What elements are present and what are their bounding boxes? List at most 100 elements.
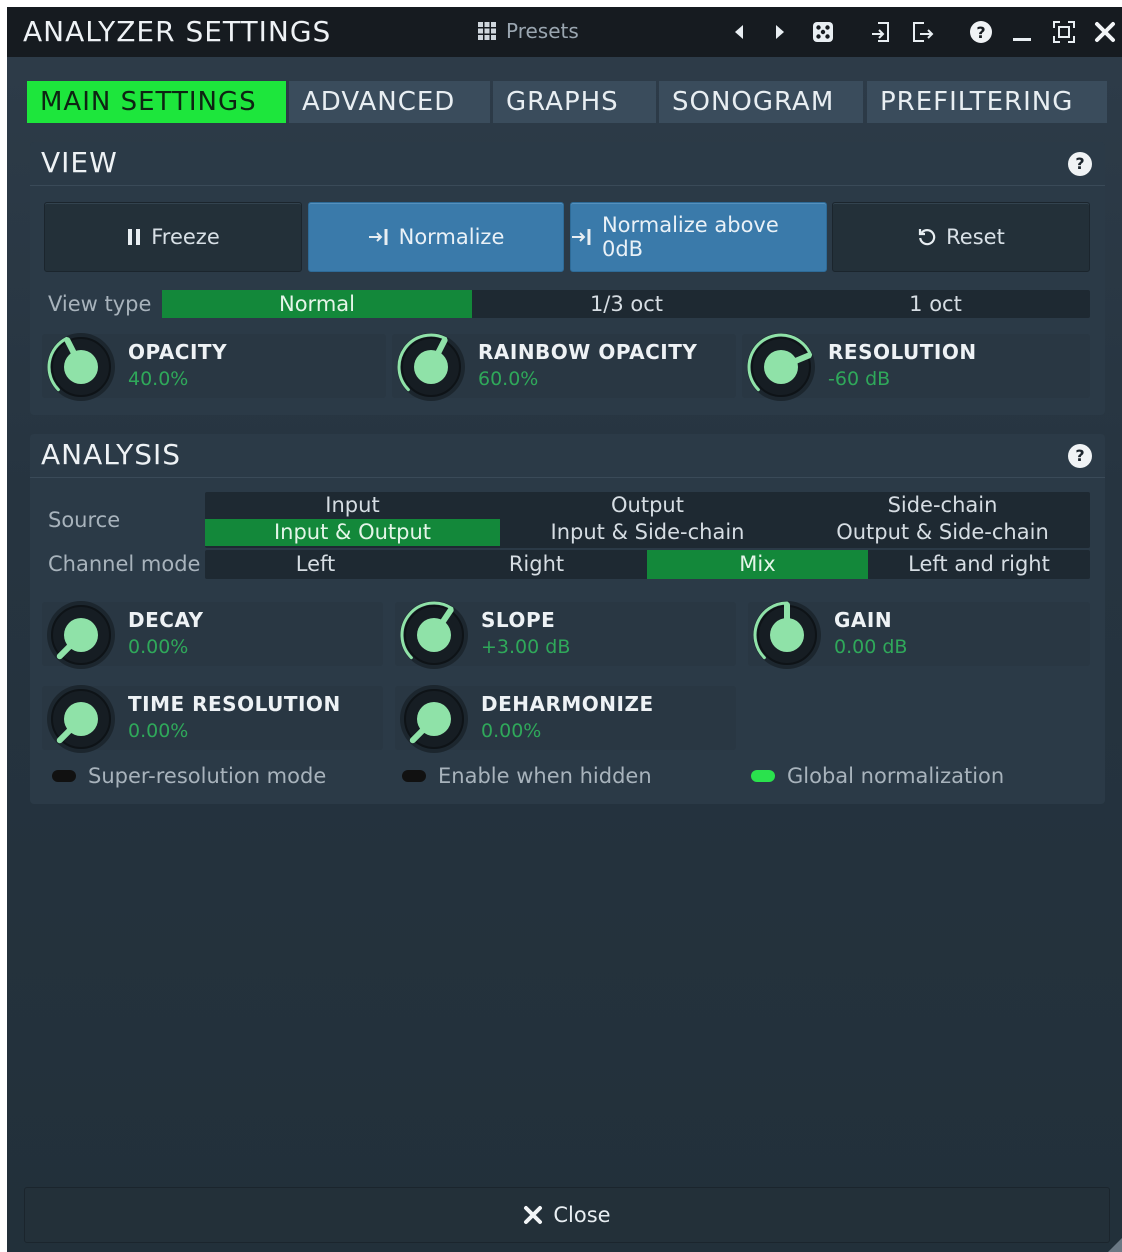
view-title: VIEW bbox=[41, 146, 118, 179]
source-label: Source bbox=[48, 508, 121, 532]
enable-when-hidden-toggle[interactable] bbox=[402, 770, 426, 782]
tab-main-settings[interactable]: MAIN SETTINGS bbox=[27, 81, 286, 123]
reset-label: Reset bbox=[946, 225, 1005, 249]
normalize-above-0db-label: Normalize above 0dB bbox=[601, 213, 779, 261]
view-help-button[interactable]: ? bbox=[1068, 152, 1092, 176]
opacity-name: OPACITY bbox=[128, 340, 228, 364]
source-option-input[interactable]: Input bbox=[205, 492, 500, 519]
channel-mode-selector: Left Right Mix Left and right bbox=[205, 550, 1090, 579]
view-type-option-normal[interactable]: Normal bbox=[162, 290, 472, 318]
normalize-label: Normalize bbox=[398, 225, 505, 249]
fullscreen-icon[interactable] bbox=[1051, 19, 1077, 45]
analysis-help-button[interactable]: ? bbox=[1068, 444, 1092, 468]
resolution-value[interactable]: -60 dB bbox=[828, 368, 890, 390]
freeze-label: Freeze bbox=[151, 225, 220, 249]
deharmonize-name: DEHARMONIZE bbox=[481, 692, 654, 716]
channel-mode-option-left-and-right[interactable]: Left and right bbox=[868, 550, 1090, 579]
pause-icon bbox=[128, 229, 141, 245]
global-normalization-toggle[interactable] bbox=[751, 770, 775, 782]
source-option-input-side-chain[interactable]: Input & Side-chain bbox=[500, 519, 795, 546]
grid-icon bbox=[478, 22, 496, 40]
view-type-option-third-oct[interactable]: 1/3 oct bbox=[472, 290, 781, 318]
deharmonize-control: DEHARMONIZE 0.00% bbox=[395, 685, 736, 753]
svg-text:?: ? bbox=[976, 23, 985, 42]
source-option-input-output[interactable]: Input & Output bbox=[205, 519, 500, 546]
channel-mode-option-mix[interactable]: Mix bbox=[647, 550, 868, 579]
rainbow-opacity-control: RAINBOW OPACITY 60.0% bbox=[392, 333, 736, 401]
opacity-control: OPACITY 40.0% bbox=[42, 333, 386, 401]
presets-label: Presets bbox=[506, 19, 579, 43]
random-dice-icon[interactable] bbox=[810, 19, 836, 45]
resize-handle[interactable] bbox=[1108, 1238, 1122, 1252]
view-type-option-oct[interactable]: 1 oct bbox=[781, 290, 1090, 318]
super-resolution-label: Super-resolution mode bbox=[88, 764, 327, 788]
close-icon[interactable] bbox=[1092, 19, 1118, 45]
analysis-panel: ANALYSIS ? Source Input Output Side-chai… bbox=[30, 434, 1105, 804]
help-icon[interactable]: ? bbox=[968, 19, 994, 45]
channel-mode-option-left[interactable]: Left bbox=[205, 550, 426, 579]
decay-knob[interactable] bbox=[46, 600, 116, 670]
reset-button[interactable]: Reset bbox=[832, 202, 1090, 272]
export-icon[interactable] bbox=[909, 19, 935, 45]
normalize-above-0db-button[interactable]: Normalize above 0dB bbox=[570, 202, 827, 272]
slope-name: SLOPE bbox=[481, 608, 556, 632]
super-resolution-switch[interactable]: Super-resolution mode bbox=[52, 764, 326, 788]
decay-name: DECAY bbox=[128, 608, 204, 632]
source-option-output[interactable]: Output bbox=[500, 492, 795, 519]
tab-bar: MAIN SETTINGS ADVANCED GRAPHS SONOGRAM P… bbox=[27, 81, 1107, 123]
enable-when-hidden-label: Enable when hidden bbox=[438, 764, 652, 788]
prev-arrow-icon[interactable] bbox=[726, 19, 752, 45]
rainbow-opacity-knob[interactable] bbox=[396, 332, 466, 402]
import-icon[interactable] bbox=[868, 19, 894, 45]
opacity-knob[interactable] bbox=[46, 332, 116, 402]
gain-name: GAIN bbox=[834, 608, 893, 632]
source-selector: Input Output Side-chain Input & Output I… bbox=[205, 492, 1090, 548]
tab-advanced[interactable]: ADVANCED bbox=[289, 81, 490, 123]
tab-graphs[interactable]: GRAPHS bbox=[493, 81, 656, 123]
close-label: Close bbox=[553, 1203, 611, 1227]
normalize-button[interactable]: Normalize bbox=[308, 202, 564, 272]
normalize-icon bbox=[571, 229, 591, 245]
gain-value[interactable]: 0.00 dB bbox=[834, 636, 907, 658]
title-bar: ANALYZER SETTINGS Presets ? bbox=[7, 7, 1122, 57]
slope-value[interactable]: +3.00 dB bbox=[481, 636, 570, 658]
tab-prefiltering[interactable]: PREFILTERING bbox=[867, 81, 1107, 123]
source-option-side-chain[interactable]: Side-chain bbox=[795, 492, 1090, 519]
global-normalization-switch[interactable]: Global normalization bbox=[751, 764, 1004, 788]
normalize-icon bbox=[368, 229, 388, 245]
enable-when-hidden-switch[interactable]: Enable when hidden bbox=[402, 764, 652, 788]
freeze-button[interactable]: Freeze bbox=[44, 202, 302, 272]
analyzer-settings-window: ANALYZER SETTINGS Presets ? MAIN SETTING… bbox=[7, 7, 1122, 1252]
decay-value[interactable]: 0.00% bbox=[128, 636, 188, 658]
global-normalization-label: Global normalization bbox=[787, 764, 1005, 788]
time-resolution-value[interactable]: 0.00% bbox=[128, 720, 188, 742]
view-type-selector: Normal 1/3 oct 1 oct bbox=[162, 290, 1090, 318]
channel-mode-option-right[interactable]: Right bbox=[426, 550, 647, 579]
tab-sonogram[interactable]: SONOGRAM bbox=[659, 81, 863, 123]
next-arrow-icon[interactable] bbox=[767, 19, 793, 45]
window-title: ANALYZER SETTINGS bbox=[23, 15, 332, 48]
rainbow-opacity-value[interactable]: 60.0% bbox=[478, 368, 538, 390]
resolution-knob[interactable] bbox=[746, 332, 816, 402]
analysis-title: ANALYSIS bbox=[41, 438, 182, 471]
view-type-label: View type bbox=[48, 292, 152, 316]
resolution-control: RESOLUTION -60 dB bbox=[742, 333, 1090, 401]
time-resolution-name: TIME RESOLUTION bbox=[128, 692, 341, 716]
minimize-icon[interactable] bbox=[1009, 19, 1035, 45]
deharmonize-knob[interactable] bbox=[399, 684, 469, 754]
close-button[interactable]: Close bbox=[24, 1187, 1110, 1243]
slope-control: SLOPE +3.00 dB bbox=[395, 601, 736, 669]
time-resolution-knob[interactable] bbox=[46, 684, 116, 754]
super-resolution-toggle[interactable] bbox=[52, 770, 76, 782]
gain-knob[interactable] bbox=[752, 600, 822, 670]
reset-icon bbox=[919, 229, 936, 246]
deharmonize-value[interactable]: 0.00% bbox=[481, 720, 541, 742]
gain-control: GAIN 0.00 dB bbox=[748, 601, 1090, 669]
resolution-name: RESOLUTION bbox=[828, 340, 977, 364]
presets-button[interactable]: Presets bbox=[477, 19, 579, 43]
source-option-output-side-chain[interactable]: Output & Side-chain bbox=[795, 519, 1090, 546]
opacity-value[interactable]: 40.0% bbox=[128, 368, 188, 390]
slope-knob[interactable] bbox=[399, 600, 469, 670]
time-resolution-control: TIME RESOLUTION 0.00% bbox=[42, 685, 383, 753]
decay-control: DECAY 0.00% bbox=[42, 601, 383, 669]
